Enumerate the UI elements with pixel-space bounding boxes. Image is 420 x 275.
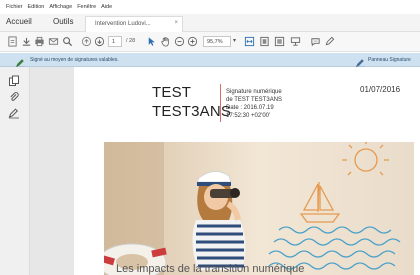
signature-banner: Signé au moyen de signatures valables. P…: [0, 53, 420, 68]
signature-line-3: Date : 2016.07.19: [226, 105, 274, 111]
zoom-dropdown-chevron-icon[interactable]: ▾: [233, 37, 236, 44]
save-icon[interactable]: [20, 35, 32, 47]
fit-width-icon[interactable]: [243, 35, 255, 47]
signature-line-4: 17:52:30 +02'00': [226, 113, 271, 119]
document-page: TEST TEST3ANS Signature numérique de TES…: [74, 67, 420, 275]
comment-icon[interactable]: [309, 35, 321, 47]
create-pdf-icon[interactable]: [6, 35, 18, 47]
signer-name-line1: TEST: [152, 84, 192, 101]
zoom-level-input[interactable]: 95,7%: [203, 36, 231, 47]
zoom-in-icon[interactable]: [186, 35, 198, 47]
menu-bar: Fichier Edition Affichage Fenêtre Aide: [0, 0, 420, 14]
navigation-pane: [0, 67, 38, 275]
attachments-icon[interactable]: [8, 90, 20, 102]
zoom-out-icon[interactable]: [173, 35, 185, 47]
tab-document-label: Intervention Ludovi...: [95, 21, 151, 27]
document-canvas: TEST TEST3ANS Signature numérique de TES…: [30, 67, 420, 275]
print-icon[interactable]: [33, 35, 45, 47]
page-thumbnails-icon[interactable]: [8, 74, 20, 86]
pen-icon[interactable]: [323, 35, 335, 47]
signature-status-text: Signé au moyen de signatures valables.: [30, 57, 119, 63]
close-tab-icon[interactable]: ×: [174, 20, 178, 26]
menu-file[interactable]: Fichier: [6, 4, 23, 10]
document-date: 01/07/2016: [360, 85, 401, 94]
tab-bar: Accueil Outils Intervention Ludovi... ×: [0, 14, 420, 32]
select-cursor-icon[interactable]: [145, 35, 157, 47]
scroll-mode-icon[interactable]: [258, 35, 270, 47]
search-icon[interactable]: [61, 35, 73, 47]
menu-window[interactable]: Fenêtre: [77, 4, 96, 10]
mail-icon[interactable]: [47, 35, 59, 47]
next-page-icon[interactable]: [93, 35, 105, 47]
cover-photo: [104, 142, 414, 275]
cover-caption: Les impacts de la transition numérique: [116, 263, 305, 275]
menu-help[interactable]: Aide: [101, 4, 112, 10]
menu-view[interactable]: Affichage: [49, 4, 72, 10]
hand-tool-icon[interactable]: [159, 35, 171, 47]
page-total: / 28: [126, 38, 136, 44]
page-number-input[interactable]: 1: [108, 36, 122, 47]
toolbar: 1 / 28 95,7% ▾: [0, 32, 420, 52]
signature-divider: [220, 84, 221, 122]
signature-line-2: de TEST TEST3ANS: [226, 97, 283, 103]
signature-line-1: Signature numérique: [226, 89, 282, 95]
signatures-icon[interactable]: [8, 106, 20, 119]
previous-page-icon[interactable]: [80, 35, 92, 47]
menu-edit[interactable]: Edition: [28, 4, 45, 10]
signature-panel-button[interactable]: Panneau Signature: [368, 57, 411, 63]
display-options-icon[interactable]: [289, 35, 301, 47]
tab-tools[interactable]: Outils: [53, 17, 73, 26]
full-screen-icon[interactable]: [273, 35, 285, 47]
tab-home[interactable]: Accueil: [6, 17, 32, 26]
tab-document[interactable]: Intervention Ludovi... ×: [85, 16, 183, 32]
